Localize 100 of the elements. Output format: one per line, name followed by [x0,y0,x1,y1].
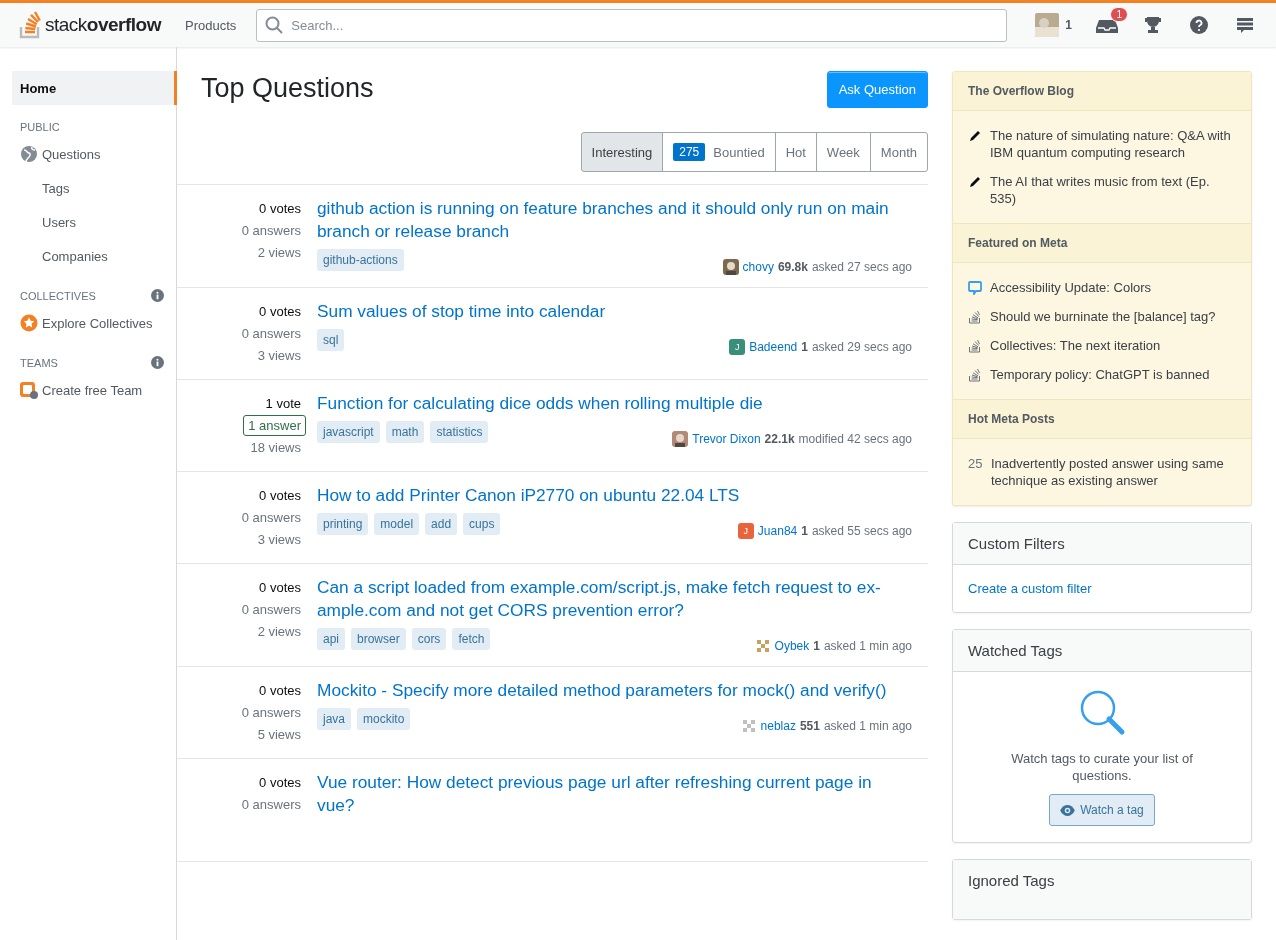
user-avatar[interactable]: J [729,339,746,355]
inbox-button[interactable]: 1 [1088,7,1126,34]
blog-post-link[interactable]: Temporary policy: ChatGPT is banned [990,366,1210,383]
nav-section-heading: TEAMS [20,356,58,369]
nav-item[interactable]: Questions [12,137,176,171]
blog-post-link[interactable]: Accessibility Update: Colors [990,279,1152,296]
nav-item[interactable]: Companies [12,239,176,273]
tag[interactable]: add [425,513,458,535]
speech-bubble-icon [968,281,982,295]
filter-tab[interactable]: Hot [774,132,817,172]
watch-tag-button[interactable]: Watch a tag [1049,794,1155,826]
tag[interactable]: printing [317,513,369,535]
user-avatar[interactable] [672,431,689,447]
menu-icon[interactable] [1236,16,1254,34]
profile-button[interactable]: 1 [1027,13,1080,37]
tag[interactable]: model [374,513,420,535]
question-time[interactable]: asked 1 min ago [823,719,912,733]
team-icon [20,381,38,399]
user-name-link[interactable]: Oybek [774,639,810,653]
nav-item[interactable]: Users [12,205,176,239]
nav-item[interactable]: Explore Collectives [12,306,176,340]
tag[interactable]: browser [351,628,406,650]
question-title-link[interactable]: Sum values of stop time into calendar [317,300,912,323]
create-filter-link[interactable]: Create a custom filter [968,581,1092,596]
user-name-link[interactable]: chovy [742,260,774,274]
answer-count: 0 answers [240,704,302,722]
help-icon[interactable] [1190,16,1208,34]
star-badge-icon [20,314,38,332]
panel-heading: Featured on Meta [953,223,1251,263]
question-title-link[interactable]: github action is running on feature branches and it should only run on main branch or release branch [317,197,912,243]
question-title-link[interactable]: Function for calculating dice odds when rolling multiple die [317,392,912,415]
user-name-link[interactable]: neblaz [760,719,796,733]
nav-section-heading: PUBLIC [20,121,60,133]
user-name-link[interactable]: Badeend [749,340,798,354]
search-icon [265,16,284,34]
blog-post-link[interactable]: Should we burninate the [balance] tag? [990,308,1216,325]
tag[interactable]: javascript [317,421,380,443]
tag[interactable]: github-actions [317,249,404,271]
page-title: Top Questions [201,73,374,105]
search-box[interactable]: Search... [256,8,1008,42]
panel-heading: The Overflow Blog [953,72,1251,111]
bounty-count: 275 [673,143,706,161]
question-time[interactable]: asked 1 min ago [823,639,912,653]
products-link[interactable]: Products [169,17,249,33]
user-name-link[interactable]: Juan84 [757,524,798,538]
question-time[interactable]: modified 42 secs ago [798,432,912,446]
vote-count: 0 votes [259,201,301,216]
view-count: 3 views [257,348,301,363]
panel-heading: Custom Filters [953,523,1251,565]
filter-tab[interactable]: Interesting [580,132,664,172]
question-time[interactable]: asked 27 secs ago [811,260,912,274]
search-field[interactable]: Search... [289,16,999,34]
tag[interactable]: statistics [430,421,489,443]
answer-count: 0 answers [240,601,302,619]
user-reputation: 1 [801,524,808,538]
pencil-icon [968,129,982,143]
filter-tab[interactable]: 275 Bountied [662,132,776,172]
answer-count: 0 answers [240,796,302,814]
ask-question-button[interactable]: Ask Question [826,71,928,108]
filter-tab[interactable]: Week [815,132,871,172]
watched-tags-text: Watch tags to curate your list of questions. [1010,750,1194,784]
question-title-link[interactable]: How to add Printer Canon iP2770 on ubuntu 22.04 LTS [317,484,912,507]
info-icon[interactable] [151,289,164,302]
nav-item[interactable]: Tags [12,171,176,205]
view-count: 5 views [257,727,301,742]
filter-tab[interactable]: Month [869,132,928,172]
logo-text: stackoverflow [45,14,161,36]
answer-count: 1 answer [243,415,306,436]
logo[interactable]: stackoverflow [19,11,161,39]
blog-post-link[interactable]: Inadvertently posted answer using same technique as existing answer [991,455,1236,489]
panel-heading: Hot Meta Posts [953,399,1251,439]
question-title-link[interactable]: Can a script loaded from example.com/script.js, make fetch request to ex-ample.com and not get CORS prevention error? [317,576,912,622]
question-title-link[interactable]: Vue router: How detect previous page url after refreshing current page in vue? [317,771,912,817]
user-name-link[interactable]: Trevor Dixon [692,432,761,446]
info-icon[interactable] [151,356,164,369]
stack-logo-icon [968,310,982,324]
nav-item[interactable]: Home [12,71,177,105]
panel-heading: Ignored Tags [953,860,1251,919]
tag[interactable]: cups [463,513,501,535]
tag[interactable]: mockito [357,708,411,730]
question-title-link[interactable]: Mockito - Specify more detailed method parameters for mock() and verify() [317,679,912,702]
tag[interactable]: cors [411,628,447,650]
user-avatar[interactable] [722,259,739,275]
view-count: 3 views [257,532,301,547]
user-reputation: 22.1k [764,432,795,446]
blog-post-link[interactable]: Collectives: The next iteration [990,337,1161,354]
tag[interactable]: sql [317,329,345,351]
blog-post-link[interactable]: The nature of simulating nature: Q&A with IBM quantum computing research [990,127,1236,161]
tag[interactable]: api [317,628,345,650]
question-time[interactable]: asked 55 secs ago [811,524,912,538]
vote-count: 0 votes [259,488,301,503]
nav-item[interactable]: Create free Team [12,373,176,407]
trophy-icon[interactable] [1144,16,1162,34]
tag[interactable]: fetch [452,628,491,650]
answer-count: 0 answers [240,222,302,240]
question-time[interactable]: asked 29 secs ago [811,340,912,354]
user-avatar[interactable]: J [737,523,754,539]
tag[interactable]: math [385,421,425,443]
tag[interactable]: java [317,708,351,730]
blog-post-link[interactable]: The AI that writes music from text (Ep. 535) [990,173,1236,207]
